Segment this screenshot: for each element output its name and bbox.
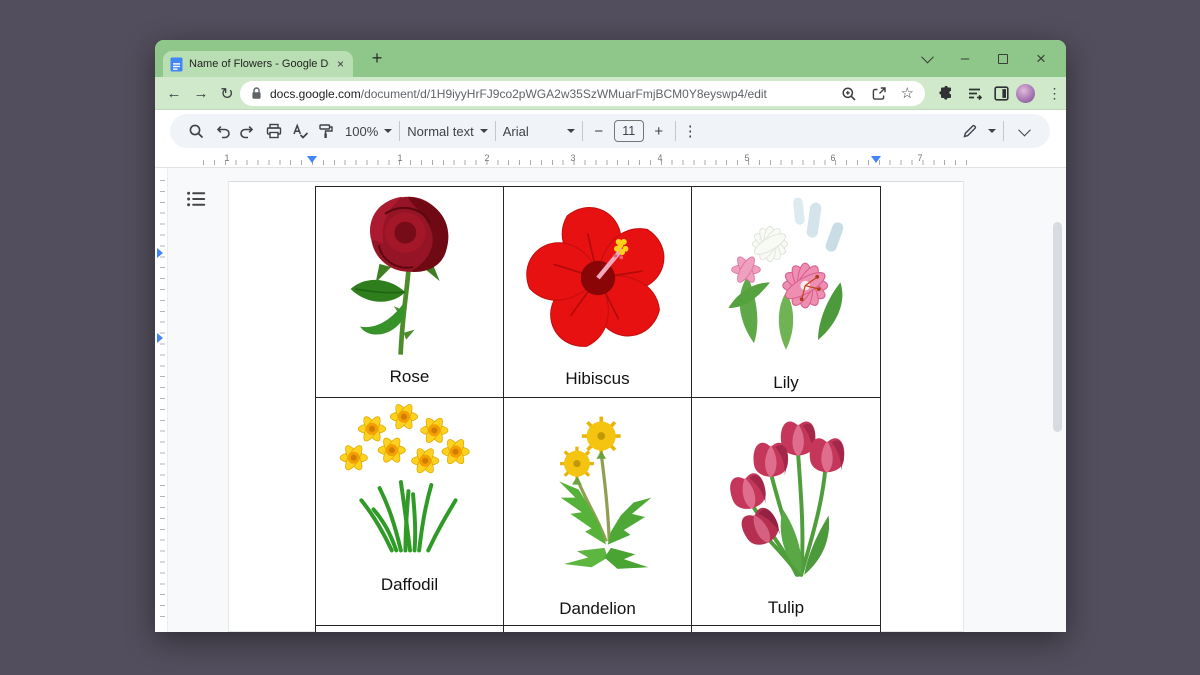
font-size-input[interactable]: 11 <box>614 120 644 142</box>
vertical-scrollbar-thumb[interactable] <box>1053 222 1062 432</box>
maximize-icon[interactable] <box>984 40 1022 77</box>
ruler-number: 5 <box>742 153 752 163</box>
vertical-ruler-marker[interactable] <box>157 333 163 343</box>
table-cell-rose[interactable]: Rose <box>316 187 504 398</box>
dandelion-image <box>517 403 679 589</box>
zoom-caret-icon[interactable] <box>384 129 392 133</box>
editing-mode-caret-icon[interactable] <box>988 129 996 133</box>
flower-label: Rose <box>316 367 503 387</box>
window-controls: – × <box>908 40 1060 77</box>
daffodil-image <box>330 403 490 555</box>
left-indent-marker[interactable] <box>307 156 317 163</box>
ruler-number: 6 <box>828 153 838 163</box>
url-domain: docs.google.com <box>270 87 361 101</box>
flower-label: Tulip <box>692 598 880 618</box>
table-cell-lily[interactable]: Lily <box>692 187 880 398</box>
flower-label: Hibiscus <box>504 369 691 389</box>
url-path: /document/d/1H9iyyHrFJ9co2pWGA2w35SzWMua… <box>361 87 767 101</box>
table-cell-hibiscus[interactable]: Hibiscus <box>504 187 692 398</box>
lock-icon <box>251 87 262 100</box>
font-family-select[interactable]: Arial <box>503 124 561 139</box>
toolbar-divider <box>675 121 676 141</box>
zoom-in-icon[interactable] <box>841 86 857 102</box>
ruler-number: 4 <box>655 153 665 163</box>
hide-menus-chevron-icon[interactable] <box>1011 118 1037 144</box>
flower-label: Lily <box>692 373 880 393</box>
ruler-ticks <box>203 160 975 165</box>
paint-format-icon[interactable] <box>313 118 339 144</box>
table-cell-partial[interactable] <box>692 626 880 632</box>
redo-icon[interactable] <box>235 118 261 144</box>
toolbar-divider <box>1003 121 1004 141</box>
vertical-ruler[interactable] <box>155 168 168 632</box>
tab-strip: Name of Flowers - Google Docs × + – × <box>155 40 1066 77</box>
vertical-ruler-ticks <box>160 180 165 620</box>
paragraph-style-caret-icon[interactable] <box>480 129 488 133</box>
tab-close-icon[interactable]: × <box>335 58 346 70</box>
table-cell-partial[interactable] <box>504 626 692 632</box>
document-area: Rose <box>155 168 1066 632</box>
profile-avatar[interactable] <box>1016 84 1035 103</box>
table-cell-partial[interactable] <box>316 626 504 632</box>
google-docs-favicon <box>170 57 183 72</box>
right-indent-marker[interactable] <box>871 156 881 163</box>
search-icon[interactable] <box>183 118 209 144</box>
flower-label: Daffodil <box>316 575 503 595</box>
minimize-icon[interactable]: – <box>946 40 984 77</box>
side-panel-icon[interactable] <box>992 84 1011 103</box>
table-cell-tulip[interactable]: Tulip <box>692 398 880 626</box>
back-icon[interactable]: ← <box>161 77 187 110</box>
extensions-puzzle-icon[interactable] <box>937 84 956 103</box>
ruler-number: 2 <box>482 153 492 163</box>
flower-table: Rose <box>315 186 881 632</box>
undo-icon[interactable] <box>209 118 235 144</box>
browser-navbar: ← → ↻ docs.google.com/document/d/1H9iyyH… <box>155 77 1066 110</box>
ruler-number: 3 <box>568 153 578 163</box>
desktop-background: Name of Flowers - Google Docs × + – × ← … <box>0 0 1200 675</box>
rose-image <box>331 192 489 364</box>
forward-icon[interactable]: → <box>188 77 214 110</box>
window-menu-chevron-icon[interactable] <box>908 40 946 77</box>
list-extension-icon[interactable] <box>965 84 984 103</box>
document-outline-icon[interactable] <box>182 185 210 213</box>
font-family-caret-icon[interactable] <box>567 129 575 133</box>
window-close-icon[interactable]: × <box>1022 40 1060 77</box>
bookmark-star-icon[interactable]: ☆ <box>901 86 914 101</box>
share-icon[interactable] <box>871 86 887 102</box>
tab-title: Name of Flowers - Google Docs <box>189 58 329 70</box>
editing-mode-pencil-icon[interactable] <box>956 118 982 144</box>
reload-icon[interactable]: ↻ <box>214 77 240 110</box>
ruler-number: 7 <box>915 153 925 163</box>
browser-menu-kebab-icon[interactable]: ⋮ <box>1045 84 1064 103</box>
lily-image <box>706 192 866 360</box>
table-cell-daffodil[interactable]: Daffodil <box>316 398 504 626</box>
print-icon[interactable] <box>261 118 287 144</box>
vertical-ruler-marker[interactable] <box>157 248 163 258</box>
spell-check-icon[interactable] <box>287 118 313 144</box>
address-bar-actions: ☆ <box>841 86 914 102</box>
flower-label: Dandelion <box>504 599 691 619</box>
toolbar-divider <box>582 121 583 141</box>
docs-toolbar-area: 100% Normal text Arial − 11 + ⋮ <box>155 110 1066 152</box>
address-bar[interactable]: docs.google.com/document/d/1H9iyyHrFJ9co… <box>240 81 925 106</box>
font-size-decrease-icon[interactable]: − <box>590 123 608 140</box>
zoom-select[interactable]: 100% <box>345 124 378 139</box>
toolbar-divider <box>399 121 400 141</box>
hibiscus-image <box>510 192 686 364</box>
font-size-increase-icon[interactable]: + <box>650 123 668 140</box>
toolbar-more-kebab-icon[interactable]: ⋮ <box>683 122 698 140</box>
table-cell-dandelion[interactable]: Dandelion <box>504 398 692 626</box>
url-text: docs.google.com/document/d/1H9iyyHrFJ9co… <box>270 87 767 101</box>
docs-toolbar: 100% Normal text Arial − 11 + ⋮ <box>170 114 1050 148</box>
browser-tab[interactable]: Name of Flowers - Google Docs × <box>163 51 353 77</box>
ruler-number: 1 <box>395 153 405 163</box>
browser-window: Name of Flowers - Google Docs × + – × ← … <box>155 40 1066 632</box>
toolbar-divider <box>495 121 496 141</box>
paragraph-style-select[interactable]: Normal text <box>407 124 473 139</box>
horizontal-ruler[interactable]: 1 1 2 3 4 5 6 7 <box>155 152 1066 168</box>
new-tab-icon[interactable]: + <box>363 44 391 72</box>
tulip-image <box>710 403 862 599</box>
ruler-number: 1 <box>222 153 232 163</box>
document-page[interactable]: Rose <box>228 181 964 632</box>
